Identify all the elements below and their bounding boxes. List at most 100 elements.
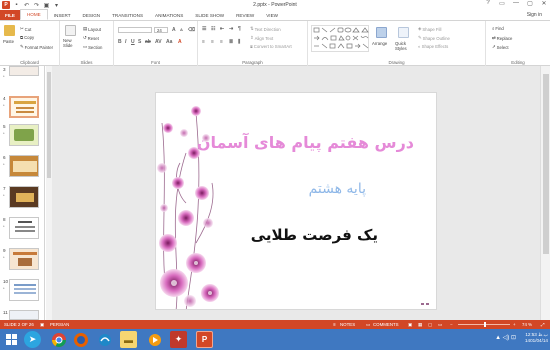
shadow-icon[interactable]: S [138,39,141,45]
paste-button[interactable]: Paste [3,39,14,44]
sign-in-link[interactable]: Sign in [527,12,542,18]
firefox-icon[interactable] [72,331,89,348]
edge-icon[interactable] [96,331,113,348]
new-slide-button[interactable]: New Slide [63,38,79,48]
font-size-dropdown[interactable]: 24 [154,27,168,33]
file-explorer-icon[interactable]: ▬ [120,331,137,348]
comments-button[interactable]: COMMENTS [373,322,399,327]
media-player-icon[interactable] [146,331,163,348]
tab-transitions[interactable]: TRANSITIONS [106,10,149,20]
zoom-level[interactable]: 74 % [522,322,532,327]
shape-fill-button[interactable]: ◈ Shape Fill [418,26,441,32]
slide-thumbnail[interactable] [9,248,39,270]
italic-icon[interactable]: I [125,39,126,45]
spellcheck-icon[interactable]: ▣ [40,322,44,328]
tab-animations[interactable]: ANIMATIONS [149,10,189,20]
change-case-icon[interactable]: Aa [166,39,172,45]
bold-icon[interactable]: B [118,39,122,45]
thumbnail-scrollbar-thumb[interactable] [47,72,51,178]
new-slide-icon[interactable] [65,25,76,36]
increase-indent-icon[interactable]: ⇥ [229,26,233,32]
quick-styles-button[interactable]: Quick Styles [395,41,413,51]
align-center-icon[interactable]: ≡ [211,39,214,45]
columns-icon[interactable]: ⫼ [238,39,240,45]
align-left-icon[interactable]: ≡ [202,39,205,45]
numbering-icon[interactable]: ☷ [211,26,215,32]
strikethrough-icon[interactable]: ab [145,39,151,45]
fit-to-window-icon[interactable]: ⤢ [541,322,545,327]
slideshow-icon[interactable]: ▭ [438,322,442,328]
arrange-button[interactable]: Arrange [372,41,387,46]
slide-thumbnail[interactable] [9,217,39,239]
slide-thumbnail[interactable] [9,310,39,320]
thumbnail-row[interactable]: 5 * [0,123,45,149]
powerpoint-taskbar-icon[interactable]: P [196,331,213,348]
tab-review[interactable]: REVIEW [230,10,260,20]
shape-outline-button[interactable]: ✎ Shape Outline [418,35,450,41]
close-icon[interactable]: ✕ [540,0,548,7]
tab-file[interactable]: FILE [0,10,20,20]
current-slide[interactable]: درس هفتم پیام های آسمان پایه هشتم یک فرص… [155,92,437,310]
align-text-button[interactable]: ⇕ Align Text [250,35,273,41]
bullets-icon[interactable]: ☰ [202,26,206,32]
format-painter-button[interactable]: ✎ Format Painter [20,44,53,50]
slide-sorter-icon[interactable]: ▦ [418,322,422,328]
slide-thumbnail[interactable] [9,186,39,208]
section-button[interactable]: ▭ Section [83,44,102,50]
arrange-icon[interactable] [376,27,387,38]
minimize-icon[interactable]: — [512,0,520,7]
normal-view-icon[interactable]: ▣ [408,322,412,328]
thumbnail-row[interactable]: 6 * [0,154,45,180]
maximize-icon[interactable]: ▢ [526,0,534,7]
slide-thumbnail[interactable] [9,66,39,76]
shrink-font-icon[interactable]: A [180,27,183,32]
thumbnail-row[interactable]: 4 * [0,95,45,121]
layout-button[interactable]: ▤ Layout [83,26,101,32]
slide-thumbnail[interactable] [9,96,39,118]
select-button[interactable]: ➚ Select [492,44,509,50]
slide-tagline[interactable]: یک فرصت طلایی [251,226,378,244]
slide-scrollbar[interactable] [540,66,550,320]
tab-insert[interactable]: INSERT [48,10,77,20]
shapes-gallery[interactable] [311,25,369,52]
quick-styles-icon[interactable] [398,27,409,38]
tray-icons[interactable]: ▲ ◁) ⊡ [495,334,516,341]
align-right-icon[interactable]: ≡ [220,39,223,45]
thumbnail-row[interactable]: 7 * [0,185,45,211]
justify-icon[interactable]: ≣ [229,39,233,45]
zoom-in-icon[interactable]: + [513,322,516,327]
tab-design[interactable]: DESIGN [77,10,107,20]
slide-scrollbar-thumb[interactable] [543,74,549,254]
tab-home[interactable]: HOME [19,9,48,20]
acrobat-icon[interactable]: ✦ [170,331,187,348]
tab-slide-show[interactable]: SLIDE SHOW [189,10,230,20]
slide-thumbnail[interactable] [9,279,39,301]
telegram-icon[interactable]: ➤ [24,331,41,348]
thumbnail-row[interactable]: 8 * [0,216,45,242]
slide-thumbnail[interactable] [9,124,39,146]
paste-icon[interactable] [4,25,15,36]
notes-button[interactable]: NOTES [340,322,355,327]
font-color-icon[interactable]: A [178,39,182,45]
cut-button[interactable]: ✂ Cut [20,26,31,32]
copy-button[interactable]: ⧉ Copy [20,35,34,40]
thumbnail-row[interactable]: 9 * [0,247,45,273]
underline-icon[interactable]: U [131,39,135,45]
thumbnail-row[interactable]: 10 * [0,278,45,304]
language-label[interactable]: PERSIAN [50,322,69,327]
tab-view[interactable]: VIEW [260,10,284,20]
thumbnail-row[interactable]: 3 * [0,66,45,92]
grow-font-icon[interactable]: A [172,27,176,33]
character-spacing-icon[interactable]: AV [155,39,162,45]
text-direction-button[interactable]: ⇅ Text Direction [250,26,281,32]
taskbar-date[interactable]: 1401/04/14 [525,338,548,344]
shape-effects-button[interactable]: ◐ Shape Effects [418,44,448,49]
font-name-dropdown[interactable] [118,27,152,33]
help-icon[interactable]: ? [484,0,492,7]
reading-view-icon[interactable]: ▢ [428,322,432,328]
slide-title[interactable]: درس هفتم پیام های آسمان [197,133,414,152]
convert-smartart-button[interactable]: ⧈ Convert to SmartArt [250,44,292,49]
ribbon-display-icon[interactable]: ▭ [498,0,506,7]
replace-button[interactable]: ⇄ Replace [492,35,512,41]
zoom-out-icon[interactable]: − [450,322,453,327]
